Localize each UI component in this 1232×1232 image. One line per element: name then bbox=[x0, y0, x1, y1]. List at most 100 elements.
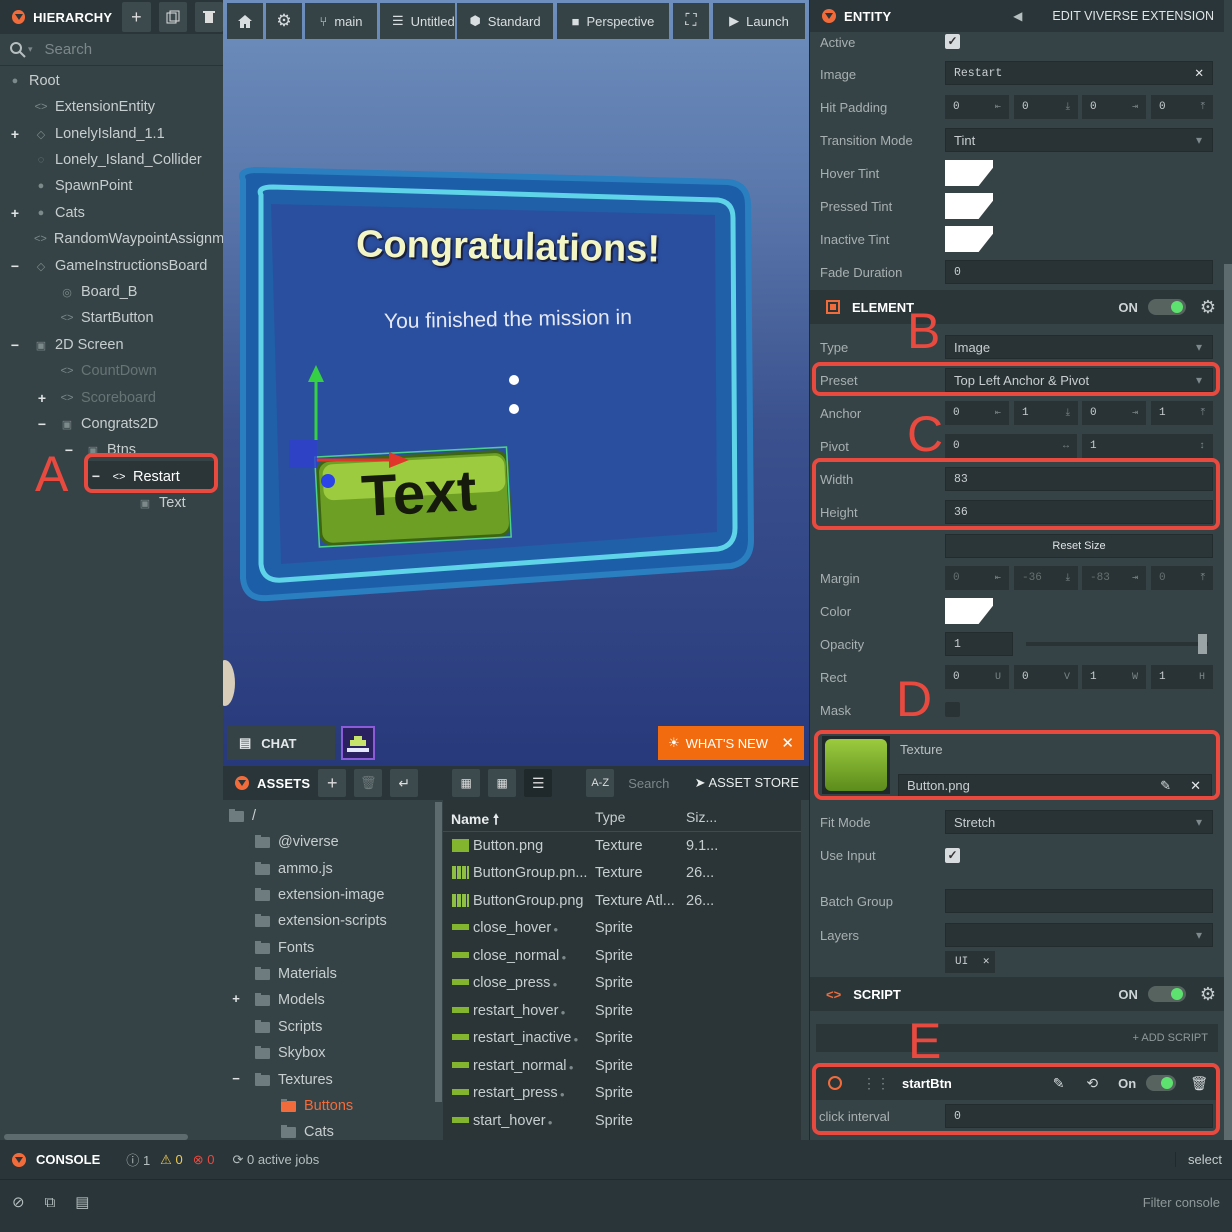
tree-item[interactable]: ● SpawnPoint bbox=[34, 173, 133, 199]
column-name[interactable]: Name 🠕 bbox=[451, 809, 499, 833]
gear-icon[interactable]: ⚙ bbox=[1200, 297, 1216, 318]
expand-icon[interactable]: + bbox=[8, 206, 22, 220]
tree-item[interactable]: ◇ LonelyIsland_1.1 bbox=[34, 121, 165, 147]
transition-select[interactable]: Tint bbox=[945, 128, 1213, 152]
layers-select[interactable] bbox=[945, 923, 1213, 947]
asset-row[interactable]: restart_normal ● Sprite bbox=[443, 1052, 803, 1080]
anchor-field[interactable]: 0 ⇥ bbox=[1082, 401, 1146, 425]
tree-item[interactable]: ● Root bbox=[8, 68, 60, 94]
delete-entity-button[interactable] bbox=[194, 2, 223, 32]
folder-item[interactable]: extension-scripts bbox=[255, 913, 387, 929]
margin-field[interactable]: 0 ⤒ bbox=[1151, 566, 1213, 590]
error-filter[interactable]: ⊗ 0 bbox=[193, 1152, 215, 1168]
clear-console-icon[interactable]: ⊘ bbox=[12, 1193, 25, 1211]
branch-button[interactable]: ⑂ main bbox=[305, 3, 377, 39]
filter-console-input[interactable]: Filter console bbox=[1143, 1195, 1220, 1210]
folder-item[interactable]: Materials bbox=[255, 966, 337, 982]
folder-item[interactable]: Skybox bbox=[255, 1045, 326, 1061]
folder-item[interactable]: extension-image bbox=[255, 887, 384, 903]
add-entity-button[interactable]: + bbox=[122, 2, 151, 32]
sort-button[interactable]: A-Z bbox=[586, 769, 615, 797]
pivot-y-field[interactable]: 1 ↕ bbox=[1082, 434, 1213, 458]
hit-padding-right[interactable]: 0 ⇥ bbox=[1082, 95, 1146, 119]
hierarchy-search[interactable]: ▾ Search bbox=[0, 34, 223, 66]
script-toggle[interactable] bbox=[1147, 986, 1186, 1002]
viewport[interactable]: ⚙ ⑂ main ☰ Untitled ⬢ Standard ■ Perspective… bbox=[223, 0, 809, 766]
asset-row[interactable]: restart_hover ● Sprite bbox=[443, 997, 803, 1025]
layer-tag[interactable]: UI ✕ bbox=[945, 951, 995, 973]
column-type[interactable]: Type bbox=[595, 809, 625, 825]
rect-field[interactable]: 0U bbox=[945, 665, 1009, 689]
clear-icon[interactable]: ✕ bbox=[1194, 66, 1204, 80]
expand-icon[interactable]: + bbox=[35, 391, 49, 405]
collapse-tree-icon[interactable]: − bbox=[8, 338, 22, 352]
asset-scrollbar[interactable] bbox=[801, 800, 809, 1140]
folder-scrollbar[interactable] bbox=[435, 802, 442, 1102]
image-field[interactable]: Restart ✕ bbox=[945, 61, 1213, 85]
back-button[interactable]: ↵ bbox=[390, 769, 419, 797]
folder-item[interactable]: Fonts bbox=[255, 940, 314, 956]
collapse-tree-icon[interactable]: − bbox=[35, 417, 49, 431]
asset-row[interactable]: close_hover ● Sprite bbox=[443, 914, 803, 942]
asset-row[interactable]: restart_press ● Sprite bbox=[443, 1079, 803, 1107]
pivot-x-field[interactable]: 0 ↔ bbox=[945, 434, 1077, 458]
asset-row[interactable]: close_normal ● Sprite bbox=[443, 942, 803, 970]
hit-padding-top[interactable]: 0 ⤒ bbox=[1151, 95, 1213, 119]
hit-padding-left[interactable]: 0 ⇤ bbox=[945, 95, 1009, 119]
asset-row[interactable]: ButtonGroup.png Texture Atl... 26... bbox=[443, 887, 803, 915]
tree-item[interactable]: <> CountDown bbox=[60, 358, 157, 384]
anchor-field[interactable]: 0 ⇤ bbox=[945, 401, 1009, 425]
element-toggle[interactable] bbox=[1147, 299, 1186, 315]
chat-button[interactable]: ▤ CHAT bbox=[227, 726, 335, 760]
copy-icon[interactable]: ⧉ bbox=[45, 1194, 56, 1211]
expand-icon[interactable]: + bbox=[229, 992, 243, 1006]
collapse-tree-icon[interactable]: − bbox=[229, 1072, 243, 1086]
warning-filter[interactable]: ⚠ 0 bbox=[160, 1152, 183, 1168]
folder-root[interactable]: / bbox=[229, 808, 256, 824]
type-select[interactable]: Image bbox=[945, 335, 1213, 359]
margin-field[interactable]: -36 ⤓ bbox=[1014, 566, 1078, 590]
tree-item[interactable]: ◇ GameInstructionsBoard bbox=[34, 253, 208, 279]
close-icon[interactable]: ✕ bbox=[781, 734, 794, 752]
whats-new-banner[interactable]: ☀ WHAT'S NEW ✕ bbox=[658, 726, 804, 760]
asset-row[interactable]: ButtonGroup.pn... Texture 26... bbox=[443, 859, 803, 887]
anchor-field[interactable]: 1 ⤒ bbox=[1151, 401, 1213, 425]
asset-row[interactable]: restart_inactive ● Sprite bbox=[443, 1024, 803, 1052]
tree-item[interactable]: ◎ Board_B bbox=[60, 279, 137, 305]
settings-button[interactable]: ⚙ bbox=[266, 3, 302, 39]
batch-field[interactable] bbox=[945, 889, 1213, 913]
asset-row[interactable]: start_hover ● Sprite bbox=[443, 1107, 803, 1135]
tree-item[interactable]: <> ExtensionEntity bbox=[34, 94, 155, 120]
list-view-button[interactable]: ☰ bbox=[524, 769, 553, 797]
column-size[interactable]: Siz... bbox=[686, 809, 717, 825]
user-avatar[interactable] bbox=[341, 726, 375, 760]
folder-item[interactable]: @viverse bbox=[255, 834, 339, 850]
opacity-field[interactable]: 1 bbox=[945, 632, 1013, 656]
folder-item[interactable]: Cats bbox=[281, 1124, 334, 1140]
add-asset-button[interactable]: + bbox=[318, 769, 347, 797]
rect-field[interactable]: 1H bbox=[1151, 665, 1213, 689]
asset-store-button[interactable]: ➤ ASSET STORE bbox=[695, 775, 799, 791]
select-tool[interactable]: select bbox=[1175, 1152, 1222, 1167]
asset-row[interactable]: close_press ● Sprite bbox=[443, 969, 803, 997]
large-grid-button[interactable]: ▦ bbox=[452, 769, 481, 797]
fit-mode-select[interactable]: Stretch bbox=[945, 810, 1213, 834]
quality-button[interactable]: ⬢ Standard bbox=[457, 3, 553, 39]
active-checkbox[interactable]: ✓ bbox=[945, 34, 960, 49]
tree-item[interactable]: <> Scoreboard bbox=[60, 385, 156, 411]
rect-field[interactable]: 0V bbox=[1014, 665, 1078, 689]
log-icon[interactable]: ▤ bbox=[75, 1193, 89, 1211]
duplicate-button[interactable] bbox=[158, 2, 187, 32]
camera-button[interactable]: ■ Perspective bbox=[557, 3, 669, 39]
remove-tag-icon[interactable]: ✕ bbox=[983, 956, 990, 968]
opacity-slider-track[interactable] bbox=[1026, 642, 1208, 646]
tree-item[interactable]: ◌ Lonely_Island_Collider bbox=[34, 147, 202, 173]
fullscreen-button[interactable]: ⛶ bbox=[673, 3, 709, 39]
mask-checkbox[interactable] bbox=[945, 702, 960, 717]
back-arrow-icon[interactable]: ◀ bbox=[1013, 9, 1022, 23]
collapse-icon[interactable] bbox=[822, 9, 836, 23]
folder-item[interactable]: Textures bbox=[255, 1072, 333, 1088]
collapse-icon[interactable] bbox=[12, 10, 26, 24]
collapse-icon[interactable] bbox=[235, 776, 249, 790]
folder-item[interactable]: Models bbox=[255, 992, 325, 1008]
